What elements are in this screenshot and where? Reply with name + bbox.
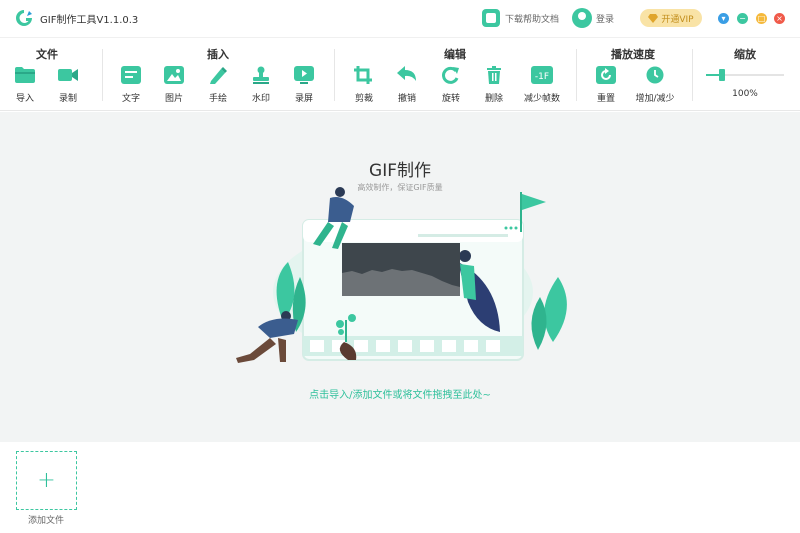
skin-icon: ▾	[721, 13, 726, 23]
speed-adjust-label: 增加/减少	[635, 94, 675, 104]
screen-record-label: 录屏	[294, 94, 313, 104]
delete-label: 删除	[484, 94, 503, 104]
add-file-button[interactable]: +	[16, 451, 77, 510]
stamp-icon	[250, 65, 272, 85]
file-strip: + 添加文件	[0, 442, 800, 533]
zoom-slider-thumb[interactable]	[719, 69, 725, 81]
watermark-label: 水印	[251, 94, 270, 104]
main-title: GIF制作	[369, 161, 431, 181]
reduce-frames-icon: -1F	[531, 65, 553, 85]
login-label: 登录	[596, 14, 615, 25]
record-button[interactable]: 录制	[42, 65, 94, 104]
drop-hint-text[interactable]: 点击导入/添加文件或将文件拖拽至此处~	[0, 386, 800, 401]
skin-button[interactable]: ▾	[718, 13, 729, 24]
record-label: 录制	[58, 94, 77, 104]
close-button[interactable]: ×	[774, 13, 785, 24]
diamond-icon	[648, 13, 659, 23]
title-bar: GIF制作工具V1.1.0.3 下载帮助文档 登录 开通VIP ▾ − □ ×	[0, 0, 800, 38]
maximize-button[interactable]: □	[756, 13, 767, 24]
help-label: 下载帮助文档	[505, 14, 560, 25]
reset-speed-button[interactable]: 重置	[580, 65, 632, 104]
maximize-icon: □	[757, 13, 766, 23]
import-label: 导入	[15, 94, 34, 104]
zoom-level: 100%	[732, 89, 758, 99]
draw-label: 手绘	[208, 94, 227, 104]
group-title-file: 文件	[36, 48, 58, 61]
crop-label: 剪裁	[354, 94, 373, 104]
download-help-doc-link[interactable]: 下载帮助文档	[482, 8, 559, 28]
rotate-icon	[440, 65, 462, 85]
screen-record-button[interactable]: 录屏	[278, 65, 330, 104]
close-icon: ×	[776, 13, 783, 23]
video-camera-icon	[57, 65, 79, 85]
image-label: 图片	[164, 94, 183, 104]
image-icon	[163, 65, 185, 85]
drop-zone[interactable]: GIF制作 高效制作，保证GIF质量 点击导入/添加文件或将文件拖拽至此处~	[0, 112, 800, 442]
divider	[334, 49, 335, 101]
play-screen-icon	[293, 65, 315, 85]
ribbon-toolbar: 文件 插入 编辑 播放速度 缩放 导入 录制 文字 图片 手绘 水印 录屏 剪裁…	[0, 39, 800, 111]
minimize-icon: −	[739, 13, 746, 23]
trash-icon	[483, 65, 505, 85]
add-file-label: 添加文件	[27, 516, 65, 526]
clock-icon	[644, 65, 666, 85]
group-title-insert: 插入	[207, 48, 229, 61]
divider	[576, 49, 577, 101]
crop-icon	[353, 65, 375, 85]
group-title-edit: 编辑	[444, 48, 466, 61]
group-title-zoom: 缩放	[734, 48, 756, 61]
user-avatar-icon	[572, 8, 592, 28]
reset-icon	[595, 65, 617, 85]
reduce-frames-badge: -1F	[535, 72, 549, 82]
folder-icon	[14, 65, 36, 85]
group-title-speed: 播放速度	[611, 48, 655, 61]
brush-icon	[207, 65, 229, 85]
vip-label: 开通VIP	[661, 14, 694, 25]
plus-icon: +	[37, 468, 56, 493]
text-icon	[120, 65, 142, 85]
reduce-frames-button[interactable]: -1F 减少帧数	[516, 65, 568, 104]
app-logo-icon	[16, 10, 32, 26]
reset-label: 重置	[596, 94, 615, 104]
document-icon	[482, 9, 500, 27]
gif-preview-thumbnail	[342, 243, 460, 296]
app-title: GIF制作工具V1.1.0.3	[40, 15, 139, 26]
divider	[102, 49, 103, 101]
delete-button[interactable]: 删除	[468, 65, 520, 104]
rotate-label: 旋转	[441, 94, 460, 104]
reduce-frames-label: 减少帧数	[523, 94, 560, 104]
text-label: 文字	[121, 94, 140, 104]
undo-label: 撤销	[397, 94, 416, 104]
minimize-button[interactable]: −	[737, 13, 748, 24]
divider	[692, 49, 693, 101]
speed-adjust-button[interactable]: 增加/减少	[629, 65, 681, 104]
login-button[interactable]: 登录	[572, 8, 614, 28]
undo-icon	[396, 65, 418, 85]
open-vip-button[interactable]: 开通VIP	[640, 9, 702, 27]
